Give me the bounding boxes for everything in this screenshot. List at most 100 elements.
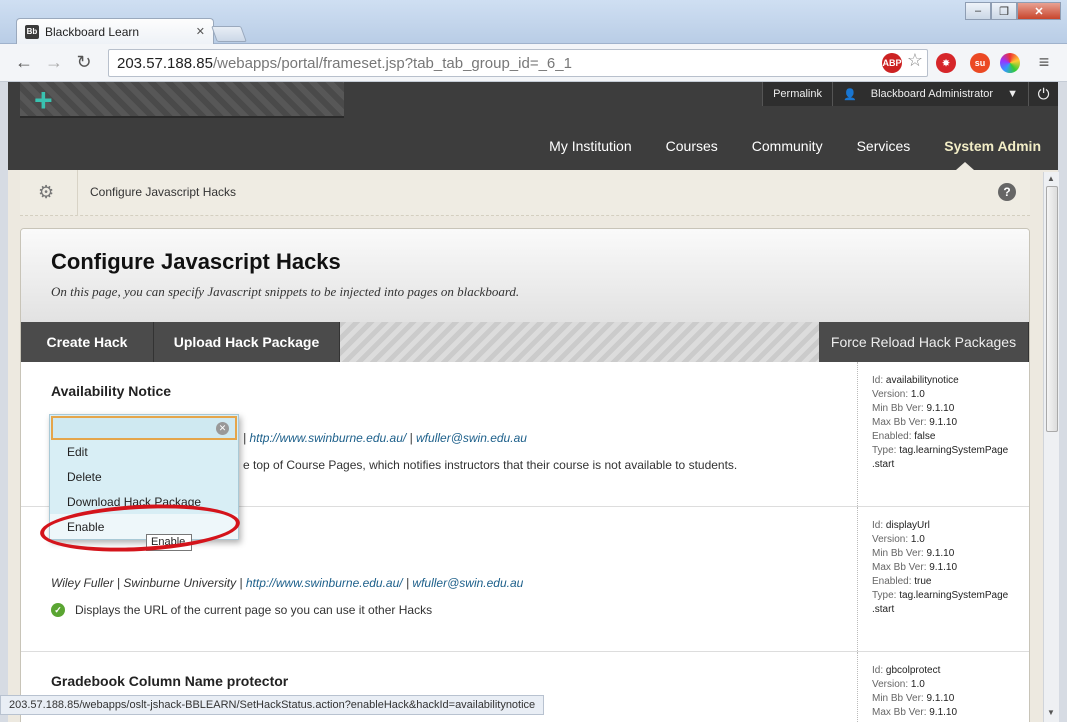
meta-version: 1.0	[910, 534, 925, 545]
force-reload-button[interactable]: Force Reload Hack Packages	[819, 322, 1029, 362]
tab-community[interactable]: Community	[735, 130, 840, 170]
author-separator: |	[406, 431, 417, 445]
tab-close-icon[interactable]: ✕	[196, 25, 205, 38]
meta-label-max: Max Bb Ver:	[872, 707, 927, 718]
user-menu[interactable]: 👤 Blackboard Administrator ▼	[832, 82, 1028, 106]
meta-label-id: Id:	[872, 665, 884, 676]
author-name: Wiley Fuller | Swinburne University	[51, 576, 237, 590]
logo-band: +	[20, 82, 344, 118]
hack-meta: Id: gbcolprotect Version: 1.0 Min Bb Ver…	[857, 652, 1029, 722]
minimize-button[interactable]: –	[965, 2, 991, 20]
back-icon[interactable]: ←	[12, 52, 36, 73]
author-email-link[interactable]: wfuller@swin.edu.au	[416, 431, 527, 445]
reload-icon[interactable]: ↻	[72, 52, 96, 73]
meta-type: tag.learningSystemPage	[899, 445, 1009, 456]
page-scrollbar[interactable]: ▲ ▼	[1043, 172, 1059, 722]
color-wheel-icon[interactable]	[1000, 53, 1020, 73]
hack-meta: Id: displayUrl Version: 1.0 Min Bb Ver: …	[857, 507, 1029, 651]
meta-label-max: Max Bb Ver:	[872, 417, 927, 428]
chevron-down-icon: ▼	[1007, 88, 1018, 100]
logout-power-icon[interactable]: ⏻	[1028, 82, 1058, 106]
meta-version: 1.0	[910, 679, 925, 690]
main-nav: My Institution Courses Community Service…	[532, 130, 1058, 170]
meta-label-version: Version:	[872, 389, 909, 400]
browser-titlebar: Bb Blackboard Learn ✕ – ❐ ✕	[0, 0, 1067, 44]
page-area: + Permalink 👤 Blackboard Administrator ▼…	[8, 82, 1058, 722]
hack-author: | http://www.swinburne.edu.au/ | wfuller…	[243, 431, 527, 445]
create-hack-button[interactable]: Create Hack	[21, 322, 154, 362]
tab-services[interactable]: Services	[840, 130, 928, 170]
browser-toolbar: ← → ↻ 203.57.188.85 /webapps/portal/fram…	[0, 44, 1067, 82]
meta-type: tag.learningSystemPage	[899, 590, 1009, 601]
breadcrumb-divider	[77, 170, 78, 216]
restore-button[interactable]: ❐	[991, 2, 1017, 20]
menu-item-delete[interactable]: Delete	[50, 464, 238, 489]
user-bar: Permalink 👤 Blackboard Administrator ▼ ⏻	[762, 82, 1058, 106]
forward-icon[interactable]: →	[42, 52, 66, 73]
tab-system-admin[interactable]: System Admin	[927, 130, 1058, 170]
context-menu-header: ✕	[51, 416, 237, 440]
meta-max: 9.1.10	[929, 707, 958, 718]
breadcrumb: ⚙ Configure Javascript Hacks ?	[20, 170, 1030, 216]
hack-title: Gradebook Column Name protector	[51, 673, 289, 689]
blackboard-logo-icon[interactable]: +	[34, 84, 53, 116]
author-website-link[interactable]: http://www.swinburne.edu.au/	[249, 431, 406, 445]
action-bar: Create Hack Upload Hack Package Force Re…	[21, 322, 1029, 362]
user-icon: 👤	[843, 88, 857, 101]
tab-courses[interactable]: Courses	[649, 130, 735, 170]
hack-title: Availability Notice	[51, 383, 172, 399]
menu-icon[interactable]: ≡	[1032, 52, 1056, 73]
status-bar: 203.57.188.85/webapps/oslt-jshack-BBLEAR…	[0, 695, 545, 715]
menu-item-download[interactable]: Download Hack Package	[50, 489, 238, 514]
scroll-up-icon[interactable]: ▲	[1047, 174, 1055, 183]
adblock-icon[interactable]: ABP	[882, 53, 902, 73]
meta-label-type: Type:	[872, 590, 897, 601]
blackboard-favicon-icon: Bb	[25, 24, 39, 39]
meta-enabled: true	[914, 576, 932, 587]
meta-max: 9.1.10	[929, 417, 958, 428]
help-icon[interactable]: ?	[998, 183, 1016, 201]
permalink-link[interactable]: Permalink	[762, 82, 832, 106]
meta-min: 9.1.10	[926, 693, 955, 704]
upload-hack-package-button[interactable]: Upload Hack Package	[154, 322, 340, 362]
meta-enabled: false	[914, 431, 936, 442]
scroll-down-icon[interactable]: ▼	[1047, 708, 1055, 717]
meta-label-min: Min Bb Ver:	[872, 693, 924, 704]
blackboard-header: + Permalink 👤 Blackboard Administrator ▼…	[8, 82, 1058, 170]
meta-id: availabilitynotice	[885, 375, 959, 386]
author-email-link[interactable]: wfuller@swin.edu.au	[412, 576, 523, 590]
hack-context-menu: ✕ Edit Delete Download Hack Package Enab…	[49, 414, 239, 540]
meta-label-enabled: Enabled:	[872, 431, 912, 442]
meta-label-version: Version:	[872, 534, 909, 545]
scrollbar-thumb[interactable]	[1046, 186, 1058, 432]
tab-my-institution[interactable]: My Institution	[532, 130, 648, 170]
meta-min: 9.1.10	[926, 548, 955, 559]
meta-label-min: Min Bb Ver:	[872, 403, 924, 414]
extension-icon[interactable]: ✸	[936, 53, 956, 73]
active-tab-pointer	[956, 162, 974, 170]
meta-id: gbcolprotect	[885, 665, 941, 676]
meta-label-min: Min Bb Ver:	[872, 548, 924, 559]
hack-description-text: Displays the URL of the current page so …	[75, 603, 433, 617]
hack-description: ✓ Displays the URL of the current page s…	[51, 603, 432, 617]
close-icon[interactable]: ✕	[216, 422, 229, 435]
meta-label-id: Id:	[872, 375, 884, 386]
meta-id: displayUrl	[885, 520, 930, 531]
tab-title: Blackboard Learn	[45, 24, 140, 39]
menu-item-enable[interactable]: Enable	[50, 514, 238, 539]
menu-item-edit[interactable]: Edit	[50, 439, 238, 464]
user-name: Blackboard Administrator	[870, 88, 994, 100]
meta-min: 9.1.10	[926, 403, 955, 414]
author-website-link[interactable]: http://www.swinburne.edu.au/	[246, 576, 403, 590]
gear-icon[interactable]: ⚙	[38, 182, 54, 203]
address-bar[interactable]: 203.57.188.85 /webapps/portal/frameset.j…	[108, 49, 928, 77]
new-tab-button[interactable]	[211, 26, 247, 42]
browser-tab[interactable]: Bb Blackboard Learn ✕	[16, 18, 214, 44]
stumbleupon-icon[interactable]: su	[970, 53, 990, 73]
meta-type-cont: .start	[872, 459, 895, 470]
close-window-button[interactable]: ✕	[1017, 2, 1061, 20]
star-icon[interactable]: ☆	[903, 50, 927, 71]
page-subtitle: On this page, you can specify Javascript…	[51, 284, 520, 299]
meta-max: 9.1.10	[929, 562, 958, 573]
meta-label-id: Id:	[872, 520, 884, 531]
